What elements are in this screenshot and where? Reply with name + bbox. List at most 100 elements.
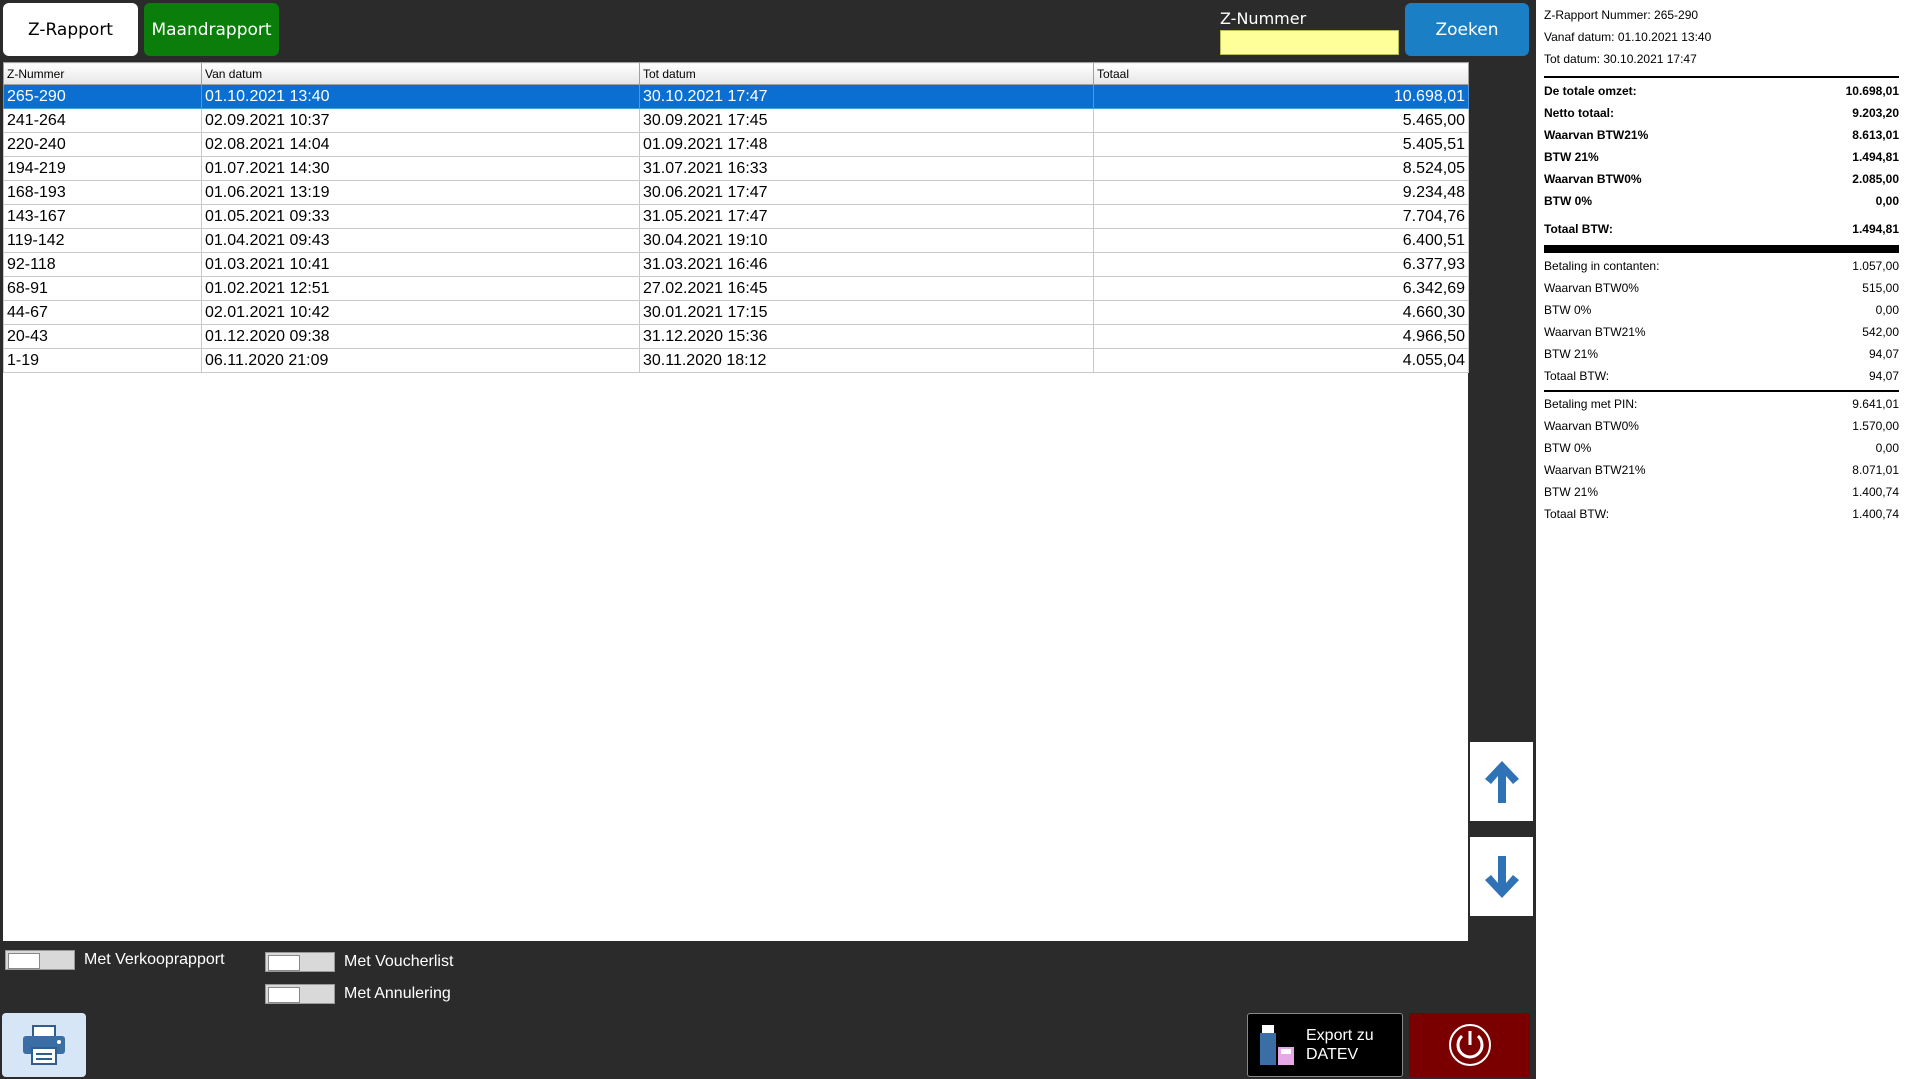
z-report-grid[interactable]: Z-Nummer Van datum Tot datum Totaal 265-… (3, 62, 1469, 941)
toggle-met-verkooprapport[interactable]: Met Verkooprapport (5, 950, 225, 970)
cell-tot-datum: 31.05.2021 17:47 (639, 204, 1094, 229)
report-row: Netto totaal: 9.203,20 (1544, 102, 1899, 124)
cell-totaal: 4.055,04 (1093, 348, 1469, 373)
tab-maandrapport[interactable]: Maandrapport (144, 3, 279, 56)
toggle-met-annulering[interactable]: Met Annulering (265, 984, 451, 1004)
power-icon (1448, 1024, 1491, 1066)
cell-van-datum: 01.02.2021 12:51 (201, 276, 640, 301)
table-row[interactable]: 220-240 02.08.2021 14:04 01.09.2021 17:48 5… (3, 132, 1469, 157)
report-value: 1.494,81 (1852, 222, 1899, 236)
table-row[interactable]: 92-118 01.03.2021 10:41 31.03.2021 16:46 6.… (3, 252, 1469, 277)
divider (1544, 390, 1899, 392)
table-row[interactable]: 143-167 01.05.2021 09:33 31.05.2021 17:47 7… (3, 204, 1469, 229)
toggle-label: Met Voucherlist (344, 953, 454, 970)
cell-tot-datum: 31.12.2020 15:36 (639, 324, 1094, 349)
printer-icon (23, 1025, 65, 1065)
report-row: Waarvan BTW21% 542,00 (1544, 321, 1899, 343)
report-label: Waarvan BTW21% (1544, 325, 1646, 339)
report-label: Betaling met PIN: (1544, 397, 1638, 411)
report-row: BTW 0% 0,00 (1544, 299, 1899, 321)
report-value: 1.400,74 (1852, 485, 1899, 499)
cell-totaal: 6.400,51 (1093, 228, 1469, 253)
table-row[interactable]: 119-142 01.04.2021 09:43 30.04.2021 19:10 6… (3, 228, 1469, 253)
report-value: 542,00 (1862, 325, 1899, 339)
report-label: De totale omzet: (1544, 84, 1637, 98)
report-row: Waarvan BTW0% 2.085,00 (1544, 168, 1899, 190)
cell-totaal: 4.660,30 (1093, 300, 1469, 325)
cell-van-datum: 01.12.2020 09:38 (201, 324, 640, 349)
cell-totaal: 6.342,69 (1093, 276, 1469, 301)
cell-z-nummer: 143-167 (3, 204, 202, 229)
table-row[interactable]: 44-67 02.01.2021 10:42 30.01.2021 17:15 4.6… (3, 300, 1469, 325)
arrow-up-icon (1484, 760, 1519, 803)
toggle-met-voucherlist[interactable]: Met Voucherlist (265, 952, 453, 972)
report-row: Totaal BTW: 1.494,81 (1544, 218, 1899, 240)
z-nummer-input[interactable] (1220, 30, 1399, 55)
cell-totaal: 4.966,50 (1093, 324, 1469, 349)
cell-tot-datum: 01.09.2021 17:48 (639, 132, 1094, 157)
column-header-z-nummer[interactable]: Z-Nummer (3, 62, 202, 85)
print-button[interactable] (2, 1013, 86, 1077)
cell-z-nummer: 68-91 (3, 276, 202, 301)
report-row: Waarvan BTW0% 515,00 (1544, 277, 1899, 299)
cell-van-datum: 01.03.2021 10:41 (201, 252, 640, 277)
report-header-line: Tot datum: 30.10.2021 17:47 (1544, 52, 1697, 66)
report-header-line: Z-Rapport Nummer: 265-290 (1544, 8, 1699, 22)
report-row: BTW 21% 94,07 (1544, 343, 1899, 365)
table-row[interactable]: 168-193 01.06.2021 13:19 30.06.2021 17:47 9… (3, 180, 1469, 205)
toggle-label: Met Annulering (344, 985, 451, 1002)
cell-van-datum: 01.07.2021 14:30 (201, 156, 640, 181)
report-value: 10.698,01 (1845, 84, 1899, 98)
table-row[interactable]: 1-19 06.11.2020 21:09 30.11.2020 18:12 4.05… (3, 348, 1469, 373)
report-row: Waarvan BTW21% 8.613,01 (1544, 124, 1899, 146)
scroll-down-button[interactable] (1470, 837, 1533, 916)
table-row[interactable]: 20-43 01.12.2020 09:38 31.12.2020 15:36 4.9… (3, 324, 1469, 349)
export-label-line2: DATEV (1306, 1046, 1359, 1063)
toggle-label: Met Verkooprapport (84, 951, 225, 968)
toggle-switch[interactable] (5, 950, 75, 970)
cell-totaal: 5.465,00 (1093, 108, 1469, 133)
report-label: BTW 0% (1544, 441, 1592, 455)
cell-z-nummer: 265-290 (3, 84, 202, 109)
divider (1544, 245, 1899, 253)
cell-tot-datum: 30.10.2021 17:47 (639, 84, 1094, 109)
report-value: 1.400,74 (1852, 507, 1899, 521)
report-label: Totaal BTW: (1544, 369, 1610, 383)
report-value: 8.613,01 (1852, 128, 1899, 142)
cell-totaal: 5.405,51 (1093, 132, 1469, 157)
scroll-up-button[interactable] (1470, 742, 1533, 821)
grid-header-row: Z-Nummer Van datum Tot datum Totaal (3, 62, 1469, 85)
column-header-totaal[interactable]: Totaal (1093, 62, 1469, 85)
cell-z-nummer: 119-142 (3, 228, 202, 253)
power-button[interactable] (1409, 1013, 1530, 1077)
table-row[interactable]: 68-91 01.02.2021 12:51 27.02.2021 16:45 6.3… (3, 276, 1469, 301)
export-datev-button[interactable]: Export zu DATEV (1247, 1013, 1403, 1077)
search-button[interactable]: Zoeken (1405, 3, 1529, 56)
report-label: BTW 21% (1544, 485, 1599, 499)
report-row: De totale omzet: 10.698,01 (1544, 80, 1899, 102)
cell-van-datum: 01.05.2021 09:33 (201, 204, 640, 229)
report-row: Betaling met PIN: 9.641,01 (1544, 393, 1899, 415)
table-row[interactable]: 241-264 02.09.2021 10:37 30.09.2021 17:45 5… (3, 108, 1469, 133)
table-row[interactable]: 265-290 01.10.2021 13:40 30.10.2021 17:47 1… (3, 84, 1469, 109)
toggle-switch[interactable] (265, 984, 335, 1004)
column-header-van-datum[interactable]: Van datum (201, 62, 640, 85)
cell-z-nummer: 44-67 (3, 300, 202, 325)
report-label: Betaling in contanten: (1544, 259, 1660, 273)
column-header-tot-datum[interactable]: Tot datum (639, 62, 1094, 85)
cell-tot-datum: 31.03.2021 16:46 (639, 252, 1094, 277)
report-value: 515,00 (1862, 281, 1899, 295)
table-row[interactable]: 194-219 01.07.2021 14:30 31.07.2021 16:33 8… (3, 156, 1469, 181)
report-value: 94,07 (1868, 369, 1899, 383)
cell-van-datum: 02.08.2021 14:04 (201, 132, 640, 157)
toggle-switch[interactable] (265, 952, 335, 972)
cell-totaal: 8.524,05 (1093, 156, 1469, 181)
report-label: BTW 0% (1544, 194, 1592, 208)
cell-van-datum: 01.10.2021 13:40 (201, 84, 640, 109)
report-row: BTW 21% 1.400,74 (1544, 481, 1899, 503)
report-row: BTW 0% 0,00 (1544, 437, 1899, 459)
cell-tot-datum: 30.06.2021 17:47 (639, 180, 1094, 205)
tab-z-rapport[interactable]: Z-Rapport (3, 3, 138, 56)
cell-van-datum: 01.06.2021 13:19 (201, 180, 640, 205)
cell-tot-datum: 30.11.2020 18:12 (639, 348, 1094, 373)
